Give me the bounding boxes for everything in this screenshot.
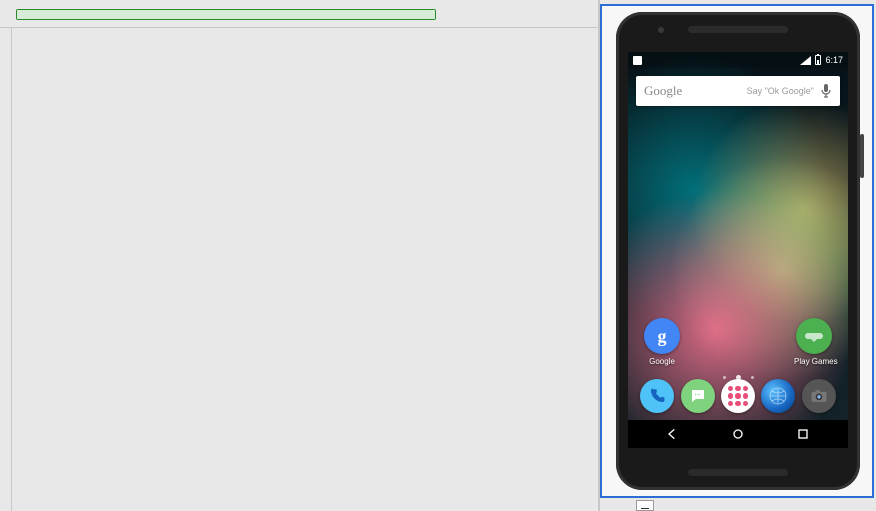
build-progress-bar	[16, 9, 436, 20]
system-navbar	[628, 420, 848, 448]
editor-panel	[11, 28, 587, 511]
device-screen[interactable]: 6:17 Google Say "Ok Google"	[628, 52, 848, 448]
home-apps-row: g Google Play Games	[628, 314, 848, 370]
bottom-tool-button[interactable]	[636, 500, 654, 511]
google-app-icon: g	[644, 318, 680, 354]
nav-back[interactable]	[653, 424, 693, 444]
status-right: 6:17	[800, 55, 843, 65]
app-google[interactable]: g Google	[642, 318, 682, 366]
emulator-panel: 6:17 Google Say "Ok Google"	[600, 4, 874, 498]
speaker-bottom	[688, 469, 788, 476]
dock-camera[interactable]	[802, 379, 836, 413]
signal-icon	[800, 56, 811, 65]
app-label: Google	[642, 357, 682, 366]
battery-icon	[815, 55, 821, 65]
device-frame: 6:17 Google Say "Ok Google"	[616, 12, 860, 490]
earpiece	[688, 26, 788, 33]
dock-browser[interactable]	[761, 379, 795, 413]
dock-messages[interactable]	[681, 379, 715, 413]
status-bar[interactable]: 6:17	[628, 52, 848, 68]
sdcard-icon	[633, 56, 642, 65]
nav-home[interactable]	[718, 424, 758, 444]
ide-area	[0, 0, 598, 511]
app-label: Play Games	[794, 357, 834, 366]
search-hint: Say "Ok Google"	[747, 86, 814, 96]
dock-phone[interactable]	[640, 379, 674, 413]
apps-grid-icon	[728, 386, 748, 406]
build-progress-fill	[17, 10, 435, 19]
dock-all-apps[interactable]	[721, 379, 755, 413]
nav-recents[interactable]	[783, 424, 823, 444]
google-logo: Google	[644, 83, 682, 99]
app-play-games[interactable]: Play Games	[794, 318, 834, 366]
front-camera	[658, 27, 664, 33]
google-search-widget[interactable]: Google Say "Ok Google"	[636, 76, 840, 106]
status-left	[633, 56, 642, 65]
microphone-icon[interactable]	[820, 83, 832, 99]
build-progress-bar-strip	[0, 0, 598, 28]
status-time: 6:17	[825, 55, 843, 65]
dock	[628, 372, 848, 420]
play-games-icon	[796, 318, 832, 354]
